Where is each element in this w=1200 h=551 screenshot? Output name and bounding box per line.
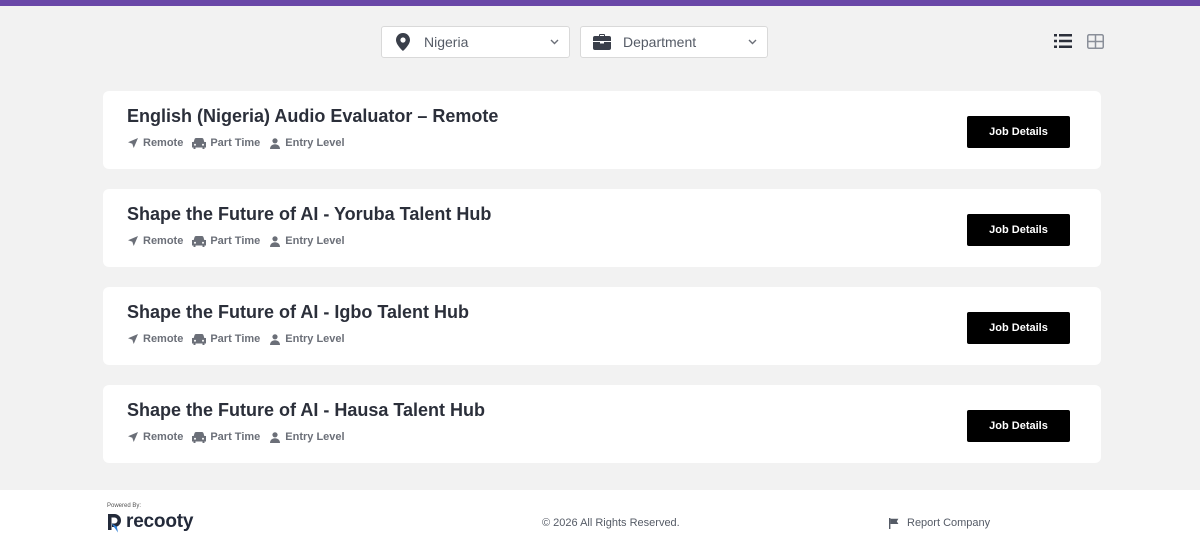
car-icon (192, 333, 207, 345)
job-meta: Remote Part Time Entry Level (127, 431, 354, 443)
report-company-label: Report Company (907, 517, 991, 529)
job-type-label: Part Time (210, 333, 261, 345)
job-title[interactable]: Shape the Future of AI - Hausa Talent Hu… (127, 400, 485, 421)
department-select-value: Department (623, 34, 697, 50)
job-details-button[interactable]: Job Details (967, 214, 1070, 246)
job-title[interactable]: English (Nigeria) Audio Evaluator – Remo… (127, 106, 498, 127)
job-list: English (Nigeria) Audio Evaluator – Remo… (103, 91, 1101, 483)
location-arrow-icon (127, 137, 139, 149)
job-level-label: Entry Level (285, 235, 345, 247)
user-icon (269, 333, 281, 345)
job-type: Part Time (192, 333, 260, 345)
car-icon (192, 235, 207, 247)
report-company-link[interactable]: Report Company (888, 517, 990, 529)
job-title[interactable]: Shape the Future of AI - Igbo Talent Hub (127, 302, 469, 323)
job-level: Entry Level (269, 137, 345, 149)
job-card: Shape the Future of AI - Igbo Talent Hub… (103, 287, 1101, 365)
job-details-button[interactable]: Job Details (967, 312, 1070, 344)
job-type: Part Time (192, 431, 260, 443)
user-icon (269, 137, 281, 149)
chevron-down-icon (747, 37, 757, 47)
job-location: Remote (127, 431, 183, 443)
job-type-label: Part Time (210, 431, 261, 443)
location-arrow-icon (127, 431, 139, 443)
job-location: Remote (127, 333, 183, 345)
location-arrow-icon (127, 333, 139, 345)
flag-icon (888, 517, 900, 529)
department-select[interactable]: Department (580, 26, 768, 58)
car-icon (192, 431, 207, 443)
job-level-label: Entry Level (285, 333, 345, 345)
location-select-value: Nigeria (424, 34, 469, 50)
location-select[interactable]: Nigeria (381, 26, 570, 58)
footer: Powered By: recooty © 2026 All Rights Re… (0, 490, 1200, 551)
job-details-button[interactable]: Job Details (967, 116, 1070, 148)
job-level: Entry Level (269, 235, 345, 247)
filter-bar: Nigeria Department (381, 26, 768, 58)
job-meta: Remote Part Time Entry Level (127, 137, 354, 149)
job-location-label: Remote (143, 431, 184, 443)
job-type: Part Time (192, 235, 260, 247)
job-level: Entry Level (269, 333, 345, 345)
car-icon (192, 137, 207, 149)
job-meta: Remote Part Time Entry Level (127, 235, 354, 247)
briefcase-icon (593, 33, 611, 51)
job-meta: Remote Part Time Entry Level (127, 333, 354, 345)
job-type-label: Part Time (210, 137, 261, 149)
job-location: Remote (127, 137, 183, 149)
job-location-label: Remote (143, 137, 184, 149)
job-details-button[interactable]: Job Details (967, 410, 1070, 442)
user-icon (269, 431, 281, 443)
recooty-logo[interactable]: recooty (106, 511, 193, 533)
job-type: Part Time (192, 137, 260, 149)
powered-by-label: Powered By: (107, 503, 142, 509)
recooty-logo-icon (106, 511, 124, 533)
grid-view-icon[interactable] (1085, 32, 1105, 50)
chevron-down-icon (549, 37, 559, 47)
job-location-label: Remote (143, 333, 184, 345)
view-toggle-group (1053, 32, 1105, 50)
top-accent-bar (0, 0, 1200, 6)
job-location-label: Remote (143, 235, 184, 247)
map-pin-icon (394, 33, 412, 51)
brand-name: recooty (126, 511, 194, 532)
job-level-label: Entry Level (285, 137, 345, 149)
job-title[interactable]: Shape the Future of AI - Yoruba Talent H… (127, 204, 491, 225)
job-card: English (Nigeria) Audio Evaluator – Remo… (103, 91, 1101, 169)
user-icon (269, 235, 281, 247)
list-view-icon[interactable] (1053, 32, 1073, 50)
job-location: Remote (127, 235, 183, 247)
job-card: Shape the Future of AI - Hausa Talent Hu… (103, 385, 1101, 463)
job-level: Entry Level (269, 431, 345, 443)
job-type-label: Part Time (210, 235, 261, 247)
job-card: Shape the Future of AI - Yoruba Talent H… (103, 189, 1101, 267)
location-arrow-icon (127, 235, 139, 247)
job-level-label: Entry Level (285, 431, 345, 443)
copyright-text: © 2026 All Rights Reserved. (542, 517, 680, 529)
